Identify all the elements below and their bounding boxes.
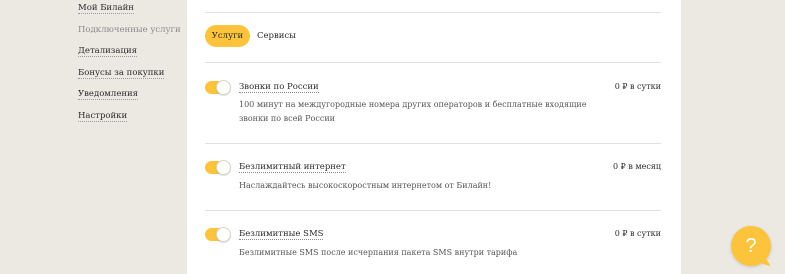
divider — [205, 62, 661, 63]
divider — [205, 143, 661, 144]
page: Мой Билайн Подключенные услуги Детализац… — [0, 0, 785, 274]
divider — [205, 12, 661, 13]
service-title-text: Безлимитный интернет — [239, 162, 346, 173]
toggle-knob — [216, 227, 231, 242]
tab-services[interactable]: Услуги — [205, 25, 250, 47]
service-price: 0 ₽ в сутки — [614, 82, 661, 91]
service-title-text: Безлимитные SMS — [239, 229, 324, 240]
toggle-knob — [216, 80, 231, 95]
divider — [205, 210, 661, 211]
sidebar-item-label: Детализация — [78, 46, 137, 57]
sidebar-item-settings[interactable]: Настройки — [78, 111, 128, 122]
service-title-text: Звонки по России — [239, 82, 319, 93]
service-toggle-calls[interactable] — [205, 80, 231, 95]
sidebar-item-label: Настройки — [78, 111, 128, 122]
sidebar-item-details[interactable]: Детализация — [78, 46, 137, 57]
service-price: 0 ₽ в сутки — [614, 229, 661, 238]
service-title-calls[interactable]: Звонки по России — [239, 82, 319, 93]
sidebar-item-label: Бонусы за покупки — [78, 68, 165, 79]
sidebar-item-notifications[interactable]: Уведомления — [78, 89, 139, 100]
help-chat-button[interactable]: ? — [731, 226, 771, 266]
services-card: Услуги Сервисы Звонки по России 0 ₽ в су… — [187, 0, 681, 274]
sidebar-item-label: Подключенные услуги — [78, 25, 181, 35]
service-toggle-sms[interactable] — [205, 227, 231, 242]
sidebar-item-bonuses[interactable]: Бонусы за покупки — [78, 68, 165, 79]
service-toggle-internet[interactable] — [205, 160, 231, 175]
service-description: Наслаждайтесь высокоскоростным интернето… — [239, 181, 492, 190]
sidebar-item-label: Уведомления — [78, 89, 139, 100]
service-title-sms[interactable]: Безлимитные SMS — [239, 229, 324, 240]
service-price: 0 ₽ в месяц — [613, 162, 661, 171]
sidebar-item-connected-services[interactable]: Подключенные услуги — [78, 25, 181, 35]
sidebar-item-my-beeline[interactable]: Мой Билайн — [78, 3, 134, 14]
service-title-internet[interactable]: Безлимитный интернет — [239, 162, 346, 173]
service-description: 100 минут на междугородные номера других… — [239, 100, 587, 123]
question-icon: ? — [745, 235, 757, 257]
service-description: Безлимитные SMS после исчерпания пакета … — [239, 248, 518, 257]
sidebar-item-label: Мой Билайн — [78, 3, 134, 14]
tab-subscriptions[interactable]: Сервисы — [257, 25, 296, 47]
toggle-knob — [216, 160, 231, 175]
